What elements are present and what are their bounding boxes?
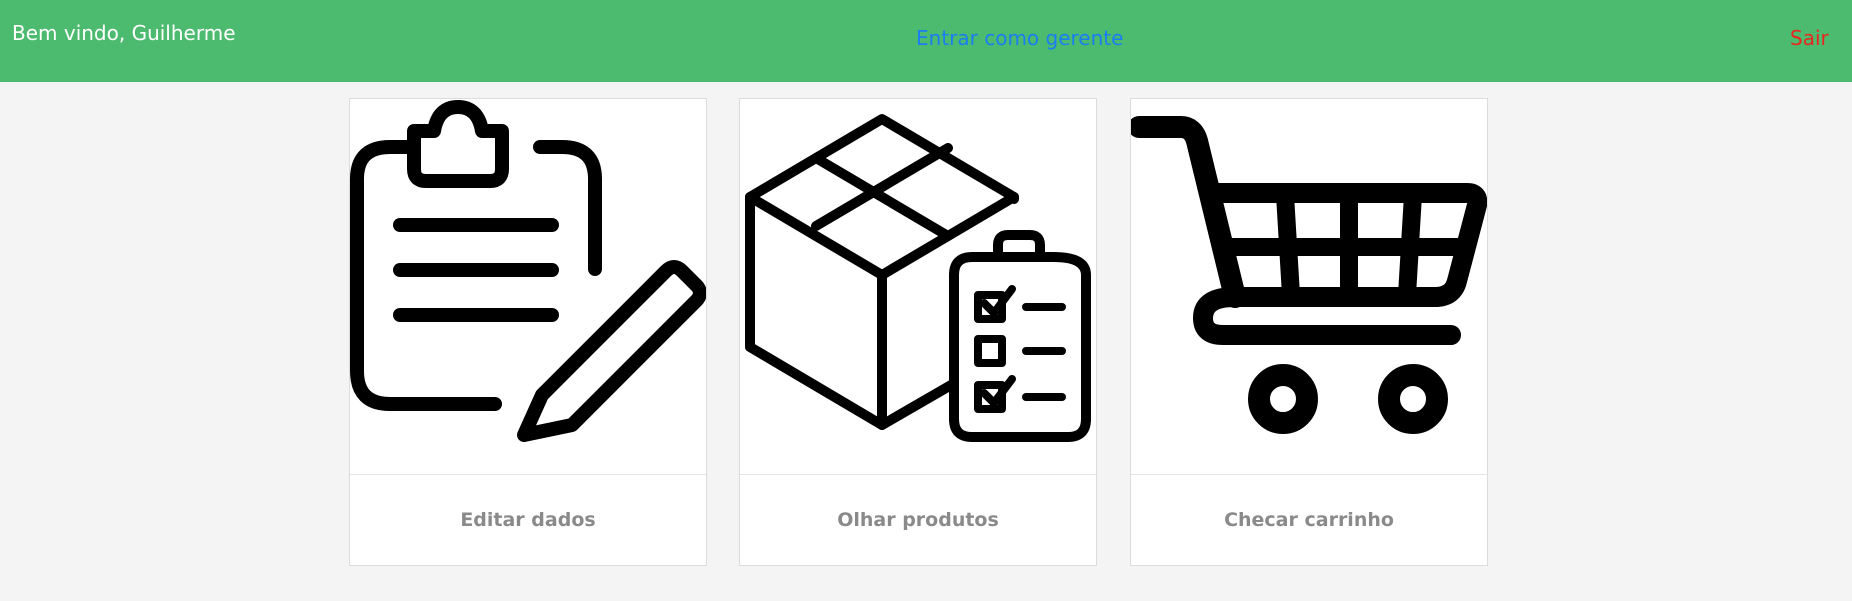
view-products-card[interactable]: Olhar produtos — [739, 98, 1097, 566]
card-image — [350, 99, 706, 475]
card-label: Olhar produtos — [837, 509, 999, 531]
welcome-message: Bem vindo, Guilherme — [12, 21, 236, 45]
check-cart-card[interactable]: Checar carrinho — [1130, 98, 1488, 566]
card-label: Checar carrinho — [1224, 509, 1394, 531]
card-image — [1131, 99, 1487, 475]
logout-link[interactable]: Sair — [1790, 26, 1829, 50]
enter-as-manager-link[interactable]: Entrar como gerente — [916, 26, 1123, 50]
card-label: Editar dados — [460, 509, 596, 531]
shopping-cart-icon — [1131, 116, 1487, 434]
card-image — [740, 99, 1096, 475]
edit-data-card[interactable]: Editar dados — [349, 98, 707, 566]
clipboard-edit-icon — [350, 100, 706, 442]
box-checklist-icon — [745, 114, 1091, 442]
top-navbar: Bem vindo, Guilherme Entrar como gerente… — [0, 0, 1852, 82]
